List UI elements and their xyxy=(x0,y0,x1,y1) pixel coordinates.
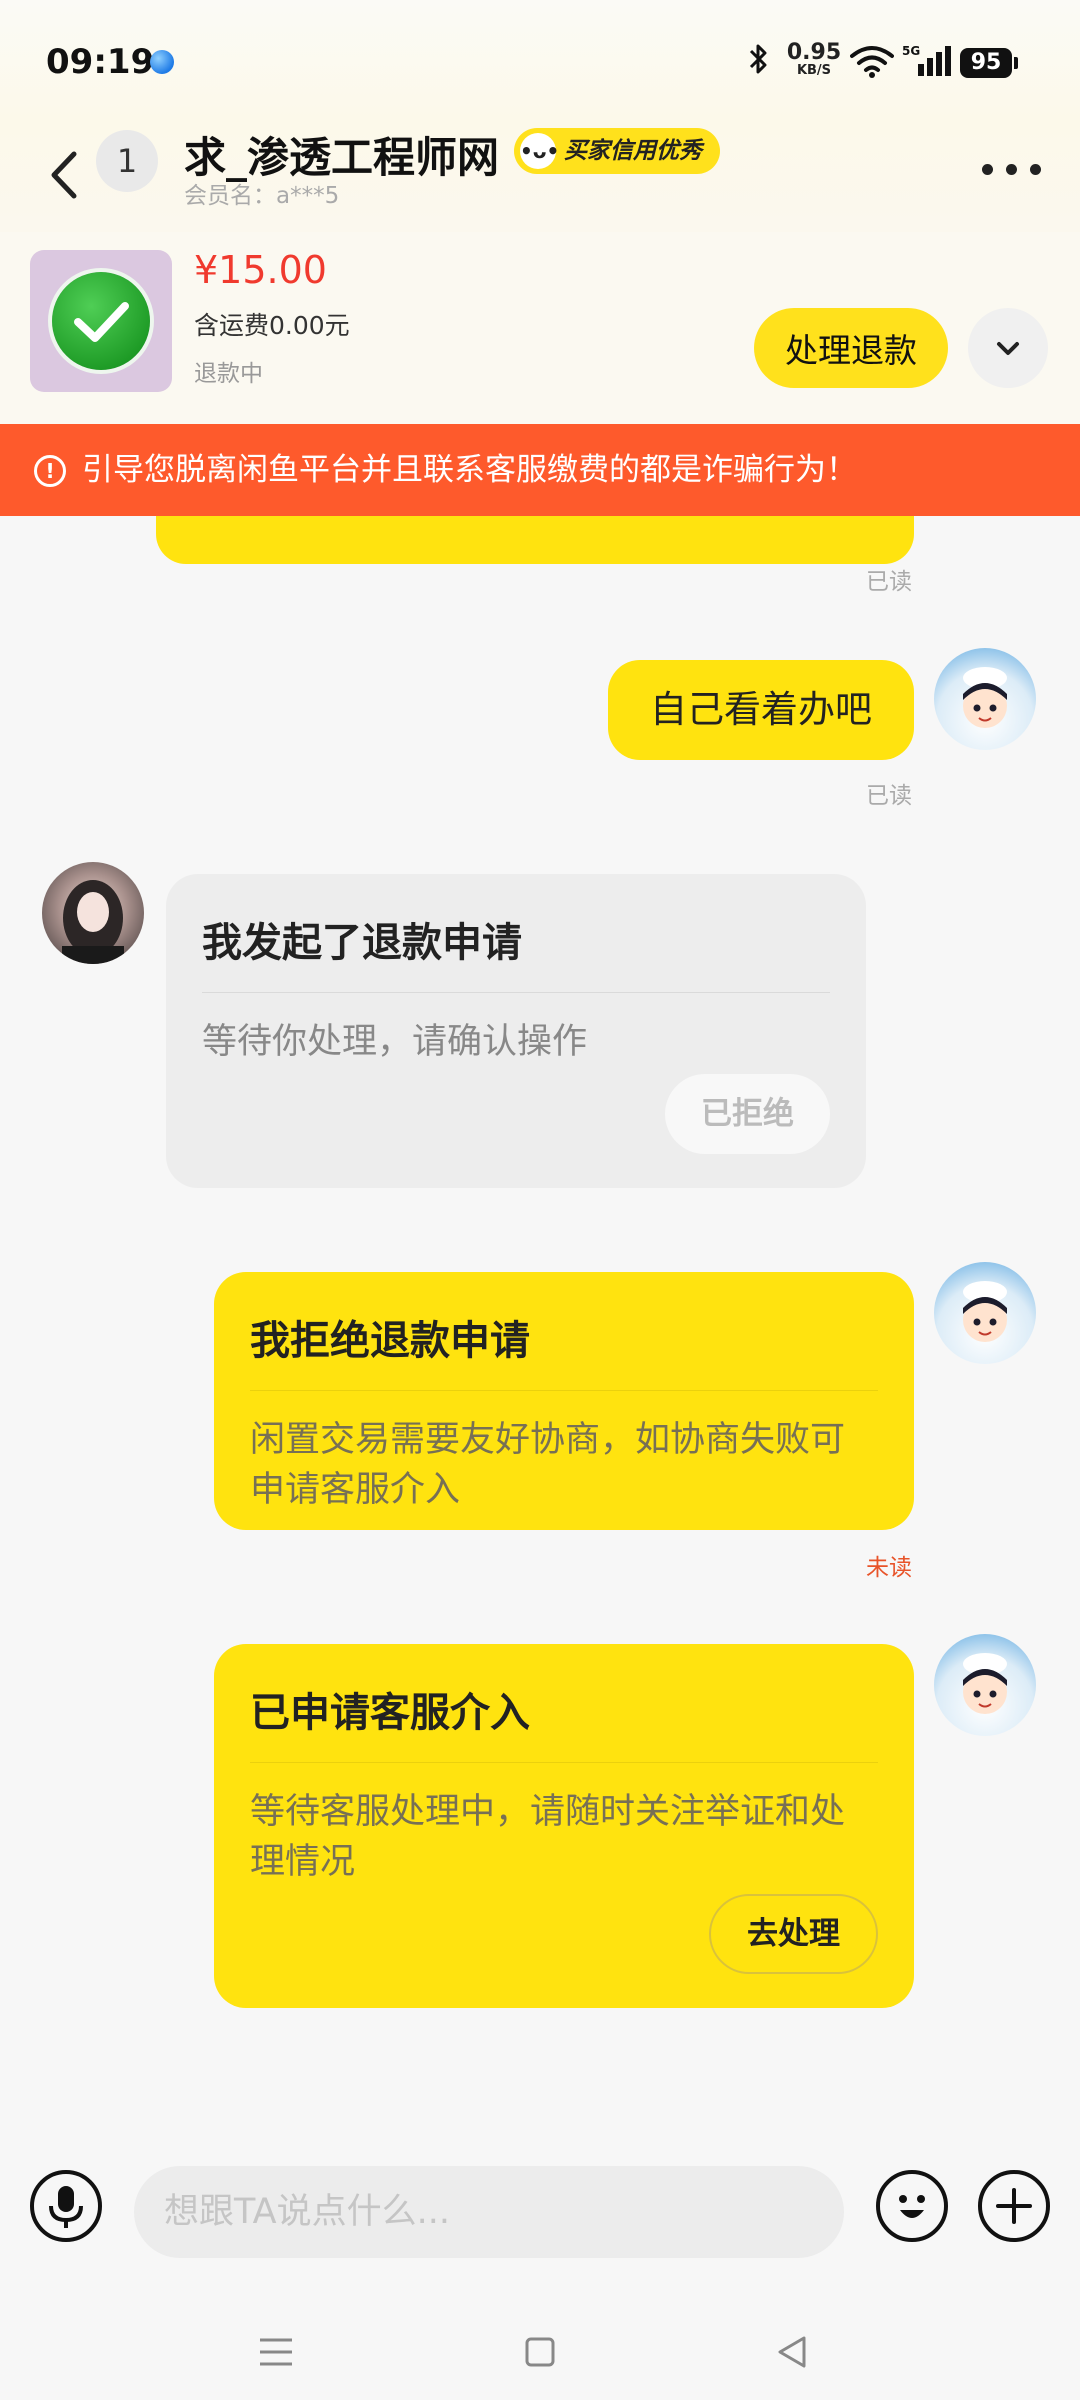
network-speed-value: 0.95 xyxy=(786,40,842,65)
rejected-button[interactable]: 已拒绝 xyxy=(665,1074,830,1154)
network-speed: 0.95 KB/S xyxy=(786,40,842,78)
recent-apps-button[interactable] xyxy=(248,2324,304,2380)
service-intervention-card[interactable]: 已申请客服介入 等待客服处理中，请随时关注举证和处理情况 去处理 xyxy=(214,1644,914,2008)
chevron-left-icon xyxy=(51,151,77,199)
product-summary[interactable]: ¥15.00 含运费0.00元 退款中 处理退款 xyxy=(0,232,1080,424)
unread-status: 未读 xyxy=(866,1555,912,1581)
system-navigation-bar xyxy=(0,2300,1080,2400)
shipping-fee: 含运费0.00元 xyxy=(194,311,350,340)
member-name: 会员名：a***5 xyxy=(184,183,340,209)
product-price: ¥15.00 xyxy=(194,248,327,292)
handle-refund-button[interactable]: 处理退款 xyxy=(754,308,948,388)
system-back-button[interactable] xyxy=(764,2324,820,2380)
woman-avatar-icon xyxy=(62,880,124,964)
product-thumbnail[interactable] xyxy=(30,250,172,392)
voice-input-button[interactable] xyxy=(30,2170,102,2242)
refund-status: 退款中 xyxy=(194,361,263,387)
fraud-warning-text: 引导您脱离闲鱼平台并且联系客服缴费的都是诈骗行为！ xyxy=(82,452,857,488)
my-avatar[interactable] xyxy=(934,1634,1036,1736)
message-bubble[interactable]: 自己看着办吧 xyxy=(608,660,914,760)
card-divider xyxy=(250,1390,878,1391)
card-description: 闲置交易需要友好协商，如协商失败可申请客服介入 xyxy=(250,1420,846,1510)
my-avatar[interactable] xyxy=(934,648,1036,750)
cartoon-boy-avatar-icon xyxy=(963,667,1007,728)
emoji-face-icon xyxy=(899,2195,925,2218)
card-description: 等待你处理，请确认操作 xyxy=(202,1022,588,1062)
card-divider xyxy=(250,1762,878,1763)
my-avatar[interactable] xyxy=(934,1262,1036,1364)
credit-badge-label: 买家信用优秀 xyxy=(564,138,702,164)
square-home-icon xyxy=(525,2337,555,2367)
network-type-label: 5G xyxy=(902,44,920,58)
smiley-face-icon: •ᴗ• xyxy=(520,133,559,169)
bluetooth-icon xyxy=(748,42,770,85)
exclamation-icon: ! xyxy=(34,455,66,487)
home-button[interactable] xyxy=(512,2324,568,2380)
battery-indicator: 95 xyxy=(960,48,1018,78)
menu-lines-icon xyxy=(260,2338,292,2366)
previous-message-bubble xyxy=(156,516,914,564)
more-dot-icon xyxy=(1006,164,1017,175)
chat-message-list[interactable]: 已读 自己看着办吧 已读 我发起了退款申请 等待你处理，请确认操作 已拒绝 我拒… xyxy=(0,516,1080,2120)
chat-header: 1 求_渗透工程师网 •ᴗ• 买家信用优秀 会员名：a***5 xyxy=(0,120,1080,232)
microphone-icon xyxy=(49,2186,83,2228)
refund-request-card[interactable]: 我发起了退款申请 等待你处理，请确认操作 已拒绝 xyxy=(166,874,866,1188)
read-status: 已读 xyxy=(866,783,912,809)
plus-icon xyxy=(996,2188,1032,2224)
cartoon-boy-avatar-icon xyxy=(963,1281,1007,1342)
card-description: 等待客服处理中，请随时关注举证和处理情况 xyxy=(250,1792,846,1882)
reject-refund-card[interactable]: 我拒绝退款申请 闲置交易需要友好协商，如协商失败可申请客服介入 xyxy=(214,1272,914,1530)
message-input[interactable] xyxy=(134,2166,844,2258)
cartoon-boy-avatar-icon xyxy=(963,1653,1007,1714)
triangle-back-icon xyxy=(778,2336,806,2368)
unread-count-badge[interactable]: 1 xyxy=(96,130,158,192)
emoji-button[interactable] xyxy=(876,2170,948,2242)
more-options-button[interactable] xyxy=(982,154,1042,184)
card-divider xyxy=(202,992,830,993)
add-attachment-button[interactable] xyxy=(978,2170,1050,2242)
status-bar: 09:19 0.95 KB/S 5G 95 xyxy=(0,0,1080,120)
wifi-icon xyxy=(850,44,894,82)
read-status: 已读 xyxy=(866,569,912,595)
app-notification-icon xyxy=(150,50,174,74)
back-button[interactable] xyxy=(40,140,90,210)
more-dot-icon xyxy=(982,164,993,175)
credit-badge[interactable]: •ᴗ• 买家信用优秀 xyxy=(514,128,720,174)
fraud-warning-banner: ! 引导您脱离闲鱼平台并且联系客服缴费的都是诈骗行为！ xyxy=(0,424,1080,516)
message-input-bar xyxy=(0,2120,1080,2300)
checkmark-icon xyxy=(52,272,150,370)
card-title: 已申请客服介入 xyxy=(250,1690,530,1736)
chevron-down-icon xyxy=(997,342,1019,355)
more-dot-icon xyxy=(1030,164,1041,175)
network-speed-unit: KB/S xyxy=(796,63,832,78)
card-title: 我发起了退款申请 xyxy=(202,920,522,966)
expand-button[interactable] xyxy=(968,308,1048,388)
go-handle-button[interactable]: 去处理 xyxy=(709,1894,878,1974)
card-title: 我拒绝退款申请 xyxy=(250,1318,530,1364)
status-time: 09:19 xyxy=(46,42,155,82)
cellular-signal-icon: 5G xyxy=(902,44,952,82)
seller-avatar[interactable] xyxy=(42,862,144,964)
